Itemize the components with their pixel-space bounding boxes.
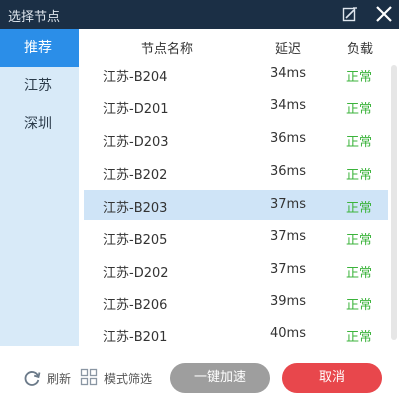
node-delay: 36ms — [270, 131, 306, 146]
table-row[interactable]: 江苏-D201 34ms 正常 — [84, 91, 388, 121]
refresh-icon — [24, 371, 41, 386]
close-button[interactable] — [374, 4, 394, 24]
node-delay: 37ms — [270, 229, 306, 244]
node-load: 正常 — [346, 102, 373, 117]
node-load: 正常 — [346, 330, 373, 345]
node-delay: 37ms — [270, 262, 306, 277]
column-header-load: 负载 — [347, 42, 374, 57]
grid-icon — [80, 368, 98, 386]
table-row[interactable]: 江苏-B202 36ms 正常 — [84, 157, 388, 187]
node-load: 正常 — [346, 70, 373, 85]
table-row[interactable]: 江苏-B205 37ms 正常 — [84, 222, 388, 252]
scrollbar[interactable] — [391, 65, 397, 340]
node-delay: 34ms — [270, 98, 306, 113]
sidebar-item-label: 深圳 — [24, 116, 52, 132]
bottom-toolbar: 刷新 模式筛选 一键加速 取消 — [0, 346, 399, 400]
node-name: 江苏-B205 — [103, 233, 168, 248]
node-name: 江苏-B206 — [103, 298, 168, 313]
node-name: 江苏-B202 — [103, 168, 168, 183]
table-row[interactable]: 江苏-B201 40ms 正常 — [84, 319, 388, 346]
node-name: 江苏-B203 — [103, 201, 168, 216]
node-table: 节点名称 延迟 负载 江苏-B204 34ms 正常 江苏-D201 34ms … — [79, 29, 399, 346]
node-name: 江苏-D201 — [103, 102, 169, 117]
column-header-name: 节点名称 — [141, 42, 194, 57]
table-header: 节点名称 延迟 负载 — [79, 29, 399, 63]
node-delay: 37ms — [270, 197, 306, 212]
node-load: 正常 — [346, 135, 373, 150]
column-header-delay: 延迟 — [275, 42, 302, 57]
sidebar-item-label: 江苏 — [24, 78, 52, 94]
sidebar-item-jiangsu[interactable]: 江苏 — [0, 67, 79, 105]
table-row[interactable]: 江苏-D203 36ms 正常 — [84, 124, 388, 154]
edit-button[interactable] — [342, 6, 358, 22]
window-title: 选择节点 — [8, 10, 61, 25]
node-delay: 39ms — [270, 294, 306, 309]
node-load: 正常 — [346, 201, 373, 216]
node-load: 正常 — [346, 168, 373, 183]
table-row[interactable]: 江苏-B204 34ms 正常 — [84, 59, 388, 89]
sidebar-item-shenzhen[interactable]: 深圳 — [0, 105, 79, 143]
node-delay: 40ms — [270, 326, 306, 341]
node-load: 正常 — [346, 298, 373, 313]
sidebar-item-recommended[interactable]: 推荐 — [0, 29, 79, 67]
node-load: 正常 — [346, 233, 373, 248]
node-delay: 36ms — [270, 164, 306, 179]
title-bar: 选择节点 — [0, 0, 399, 29]
table-row-selected[interactable]: 江苏-B203 37ms 正常 — [84, 190, 388, 220]
table-row[interactable]: 江苏-D202 37ms 正常 — [84, 255, 388, 285]
mode-filter-label: 模式筛选 — [104, 372, 153, 386]
node-load: 正常 — [346, 266, 373, 281]
node-delay: 34ms — [270, 66, 306, 81]
cancel-button[interactable]: 取消 — [282, 363, 382, 393]
edit-icon — [342, 7, 357, 22]
node-name: 江苏-B204 — [103, 70, 168, 85]
refresh-label: 刷新 — [47, 372, 72, 386]
region-sidebar: 推荐 江苏 深圳 — [0, 29, 79, 346]
node-name: 江苏-B201 — [103, 330, 168, 345]
sidebar-item-label: 推荐 — [24, 40, 52, 56]
node-name: 江苏-D202 — [103, 266, 169, 281]
close-icon — [376, 6, 392, 22]
one-click-boost-button[interactable]: 一键加速 — [170, 363, 270, 393]
node-name: 江苏-D203 — [103, 135, 169, 150]
table-row[interactable]: 江苏-B206 39ms 正常 — [84, 287, 388, 317]
